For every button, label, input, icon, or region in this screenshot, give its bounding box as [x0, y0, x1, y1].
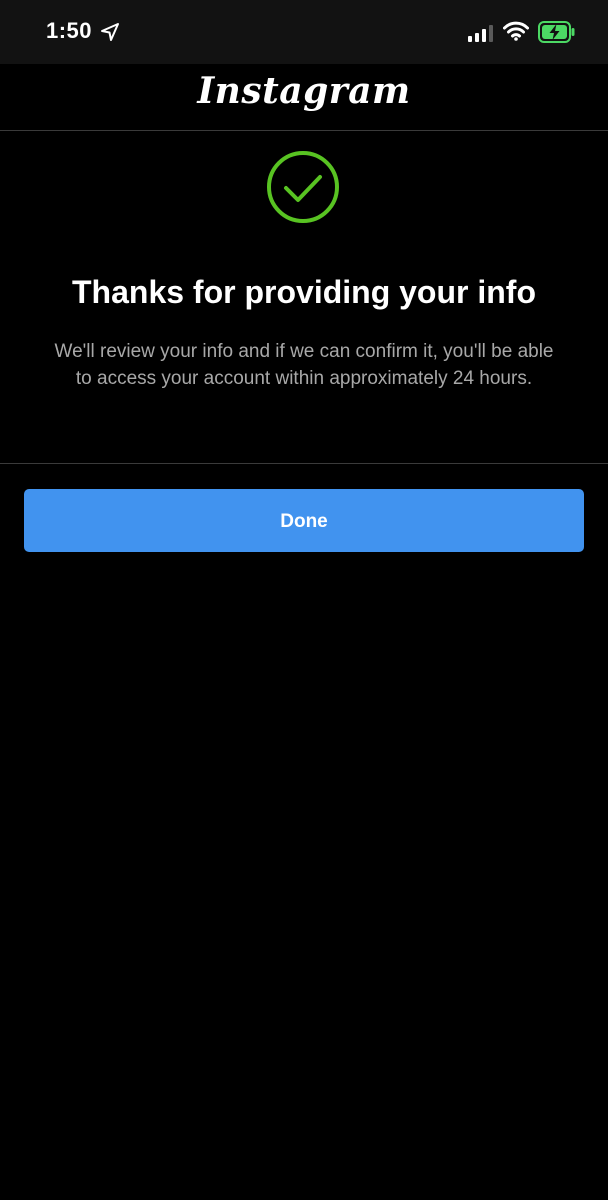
status-bar: 1:50 — [0, 0, 608, 64]
wifi-icon — [503, 21, 529, 41]
battery-charging-icon — [538, 21, 575, 43]
divider — [0, 463, 608, 464]
location-arrow-icon — [101, 23, 119, 41]
confirmation-title: Thanks for providing your info — [72, 274, 536, 310]
instagram-logo: Instagram — [197, 70, 411, 112]
done-button[interactable]: Done — [24, 489, 584, 552]
app-header: Instagram — [0, 64, 608, 131]
cellular-signal-icon — [468, 25, 493, 42]
check-circle-icon — [267, 151, 339, 223]
status-time: 1:50 — [46, 18, 93, 43]
confirmation-message: We'll review your info and if we can con… — [54, 341, 554, 389]
